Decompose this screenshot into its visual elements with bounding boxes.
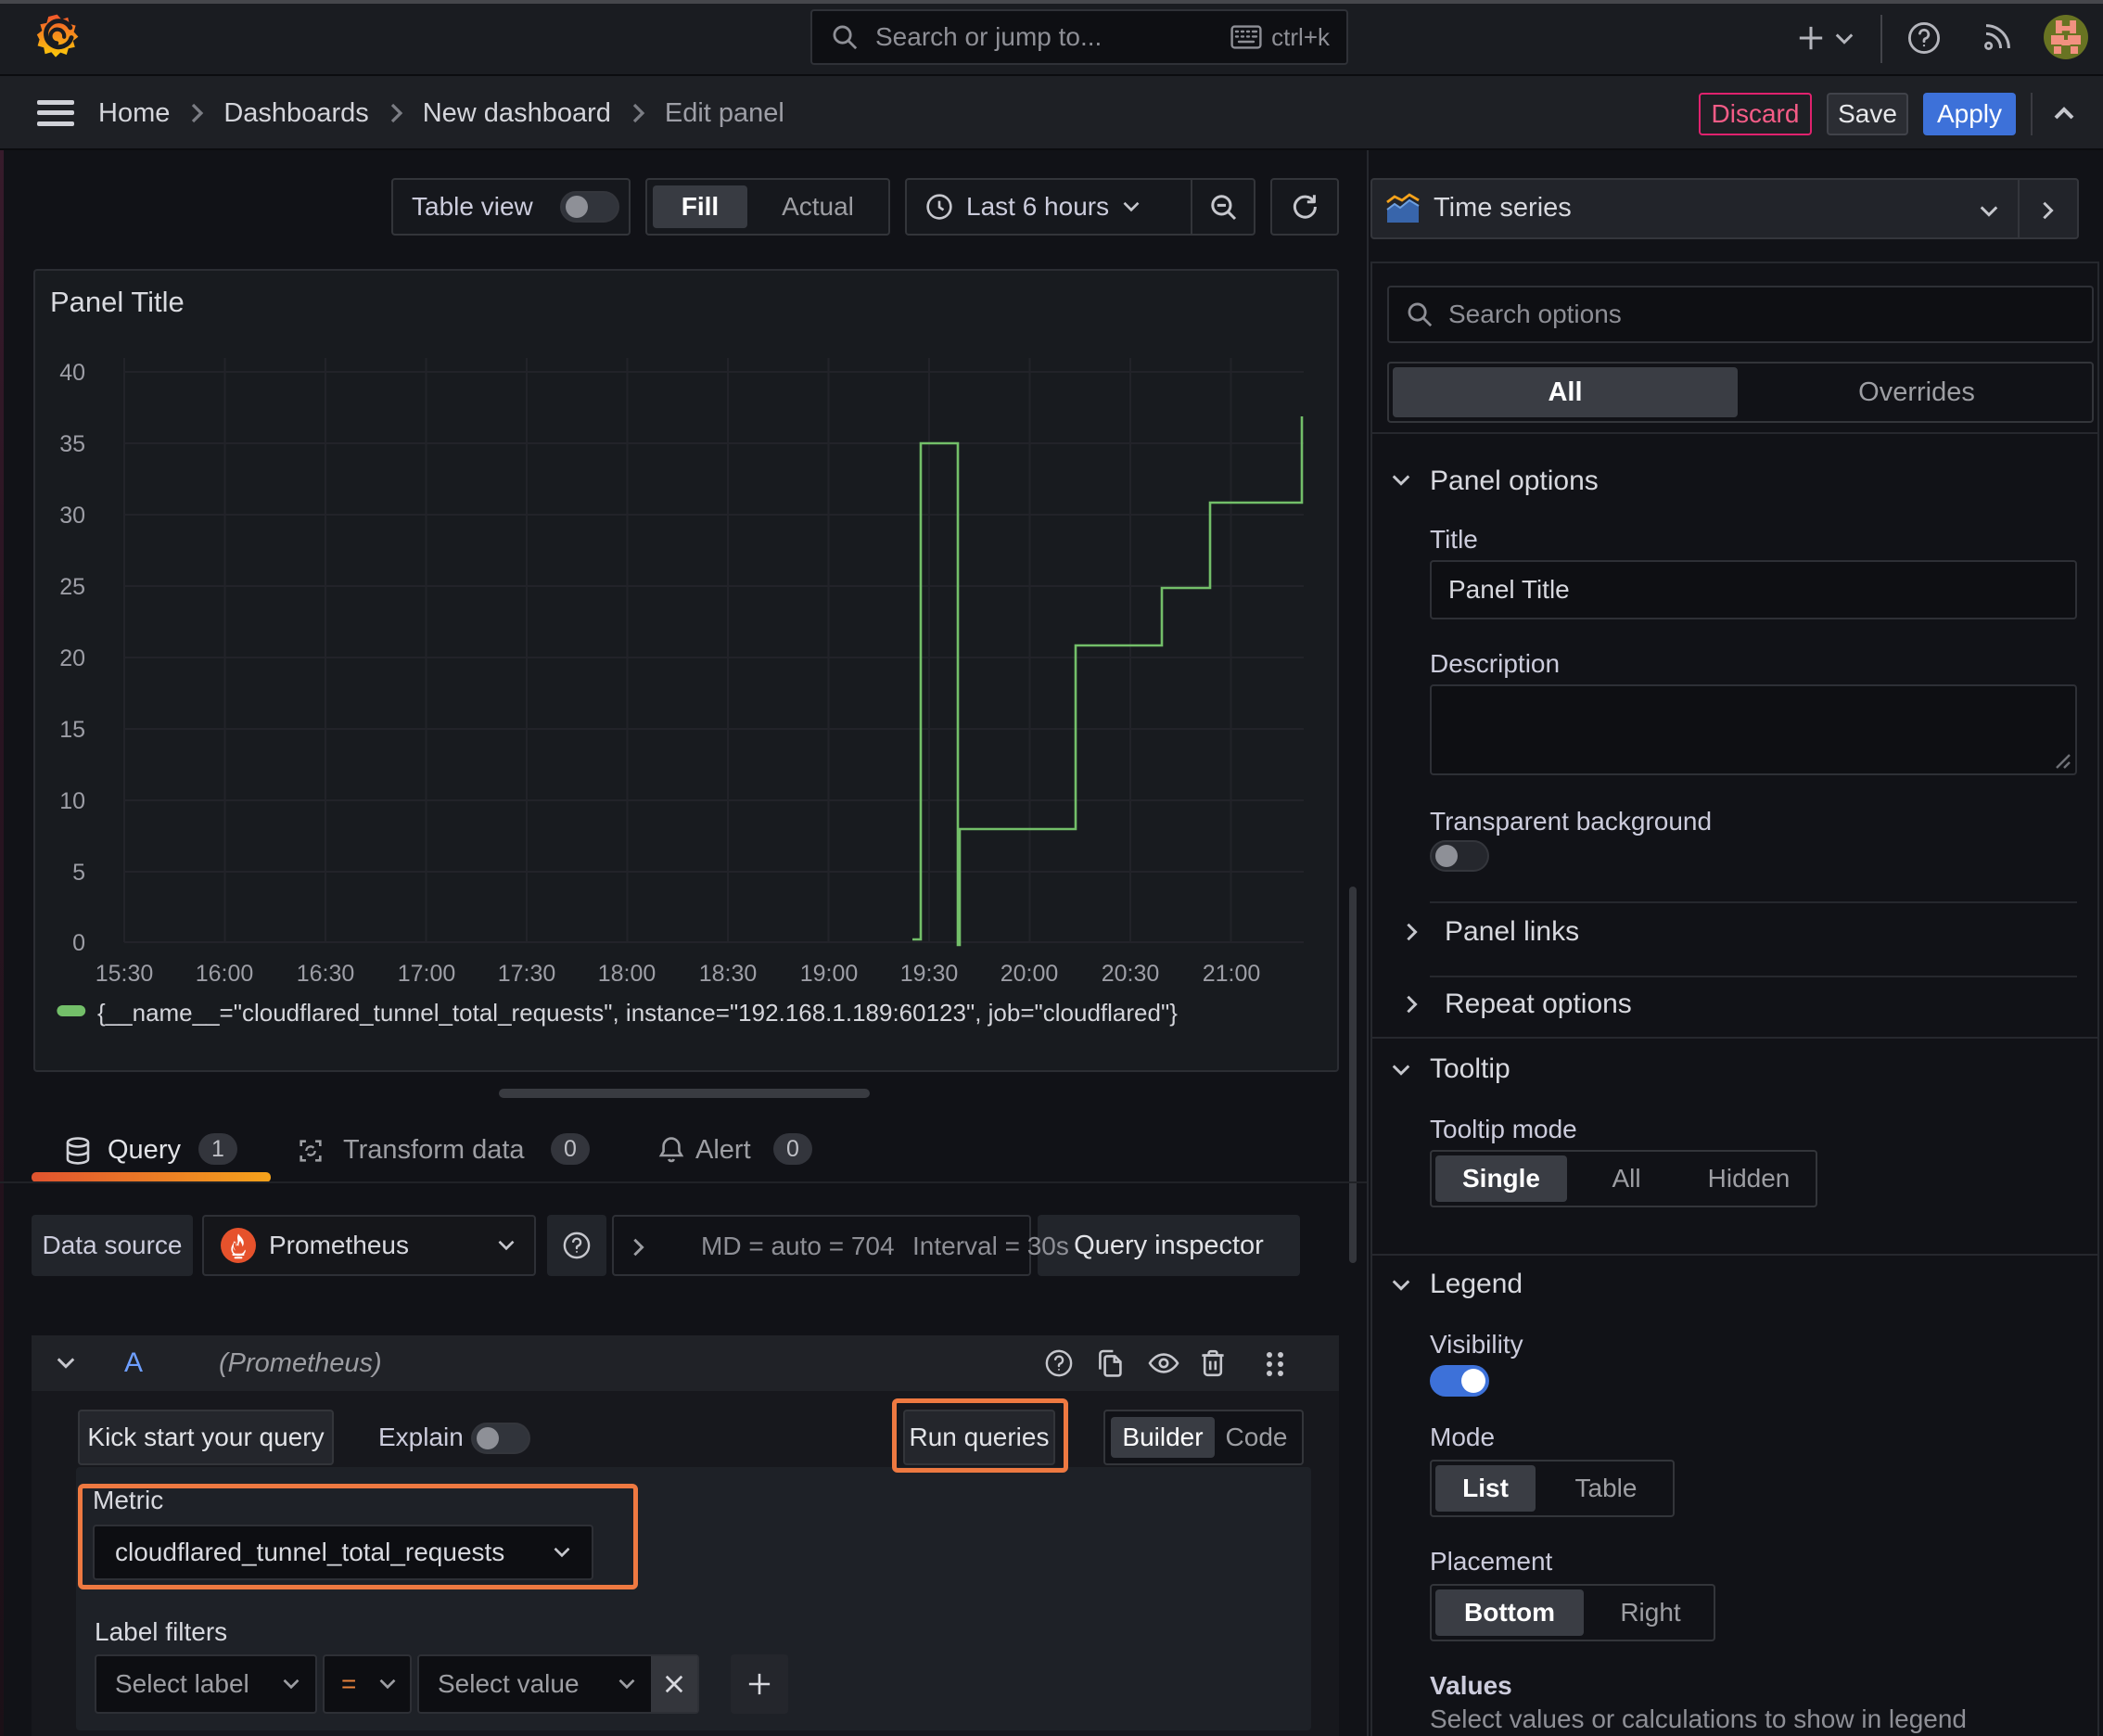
- svg-text:20: 20: [59, 645, 85, 671]
- svg-text:35: 35: [59, 431, 85, 457]
- svg-text:20:00: 20:00: [1001, 961, 1059, 987]
- svg-text:19:00: 19:00: [800, 961, 859, 987]
- svg-text:10: 10: [59, 788, 85, 814]
- svg-text:15: 15: [59, 717, 85, 743]
- svg-text:0: 0: [72, 930, 85, 956]
- svg-text:21:00: 21:00: [1203, 961, 1261, 987]
- svg-text:{__name__="cloudflared_tunnel_: {__name__="cloudflared_tunnel_total_requ…: [97, 999, 1178, 1027]
- svg-text:15:30: 15:30: [96, 961, 154, 987]
- svg-text:25: 25: [59, 574, 85, 600]
- svg-text:5: 5: [72, 860, 85, 886]
- svg-text:18:00: 18:00: [598, 961, 656, 987]
- svg-text:16:30: 16:30: [297, 961, 355, 987]
- svg-text:20:30: 20:30: [1102, 961, 1160, 987]
- svg-text:17:00: 17:00: [398, 961, 456, 987]
- svg-text:40: 40: [59, 360, 85, 386]
- svg-text:16:00: 16:00: [196, 961, 254, 987]
- svg-text:19:30: 19:30: [900, 961, 959, 987]
- svg-text:30: 30: [59, 503, 85, 529]
- svg-text:17:30: 17:30: [498, 961, 556, 987]
- svg-text:18:30: 18:30: [699, 961, 758, 987]
